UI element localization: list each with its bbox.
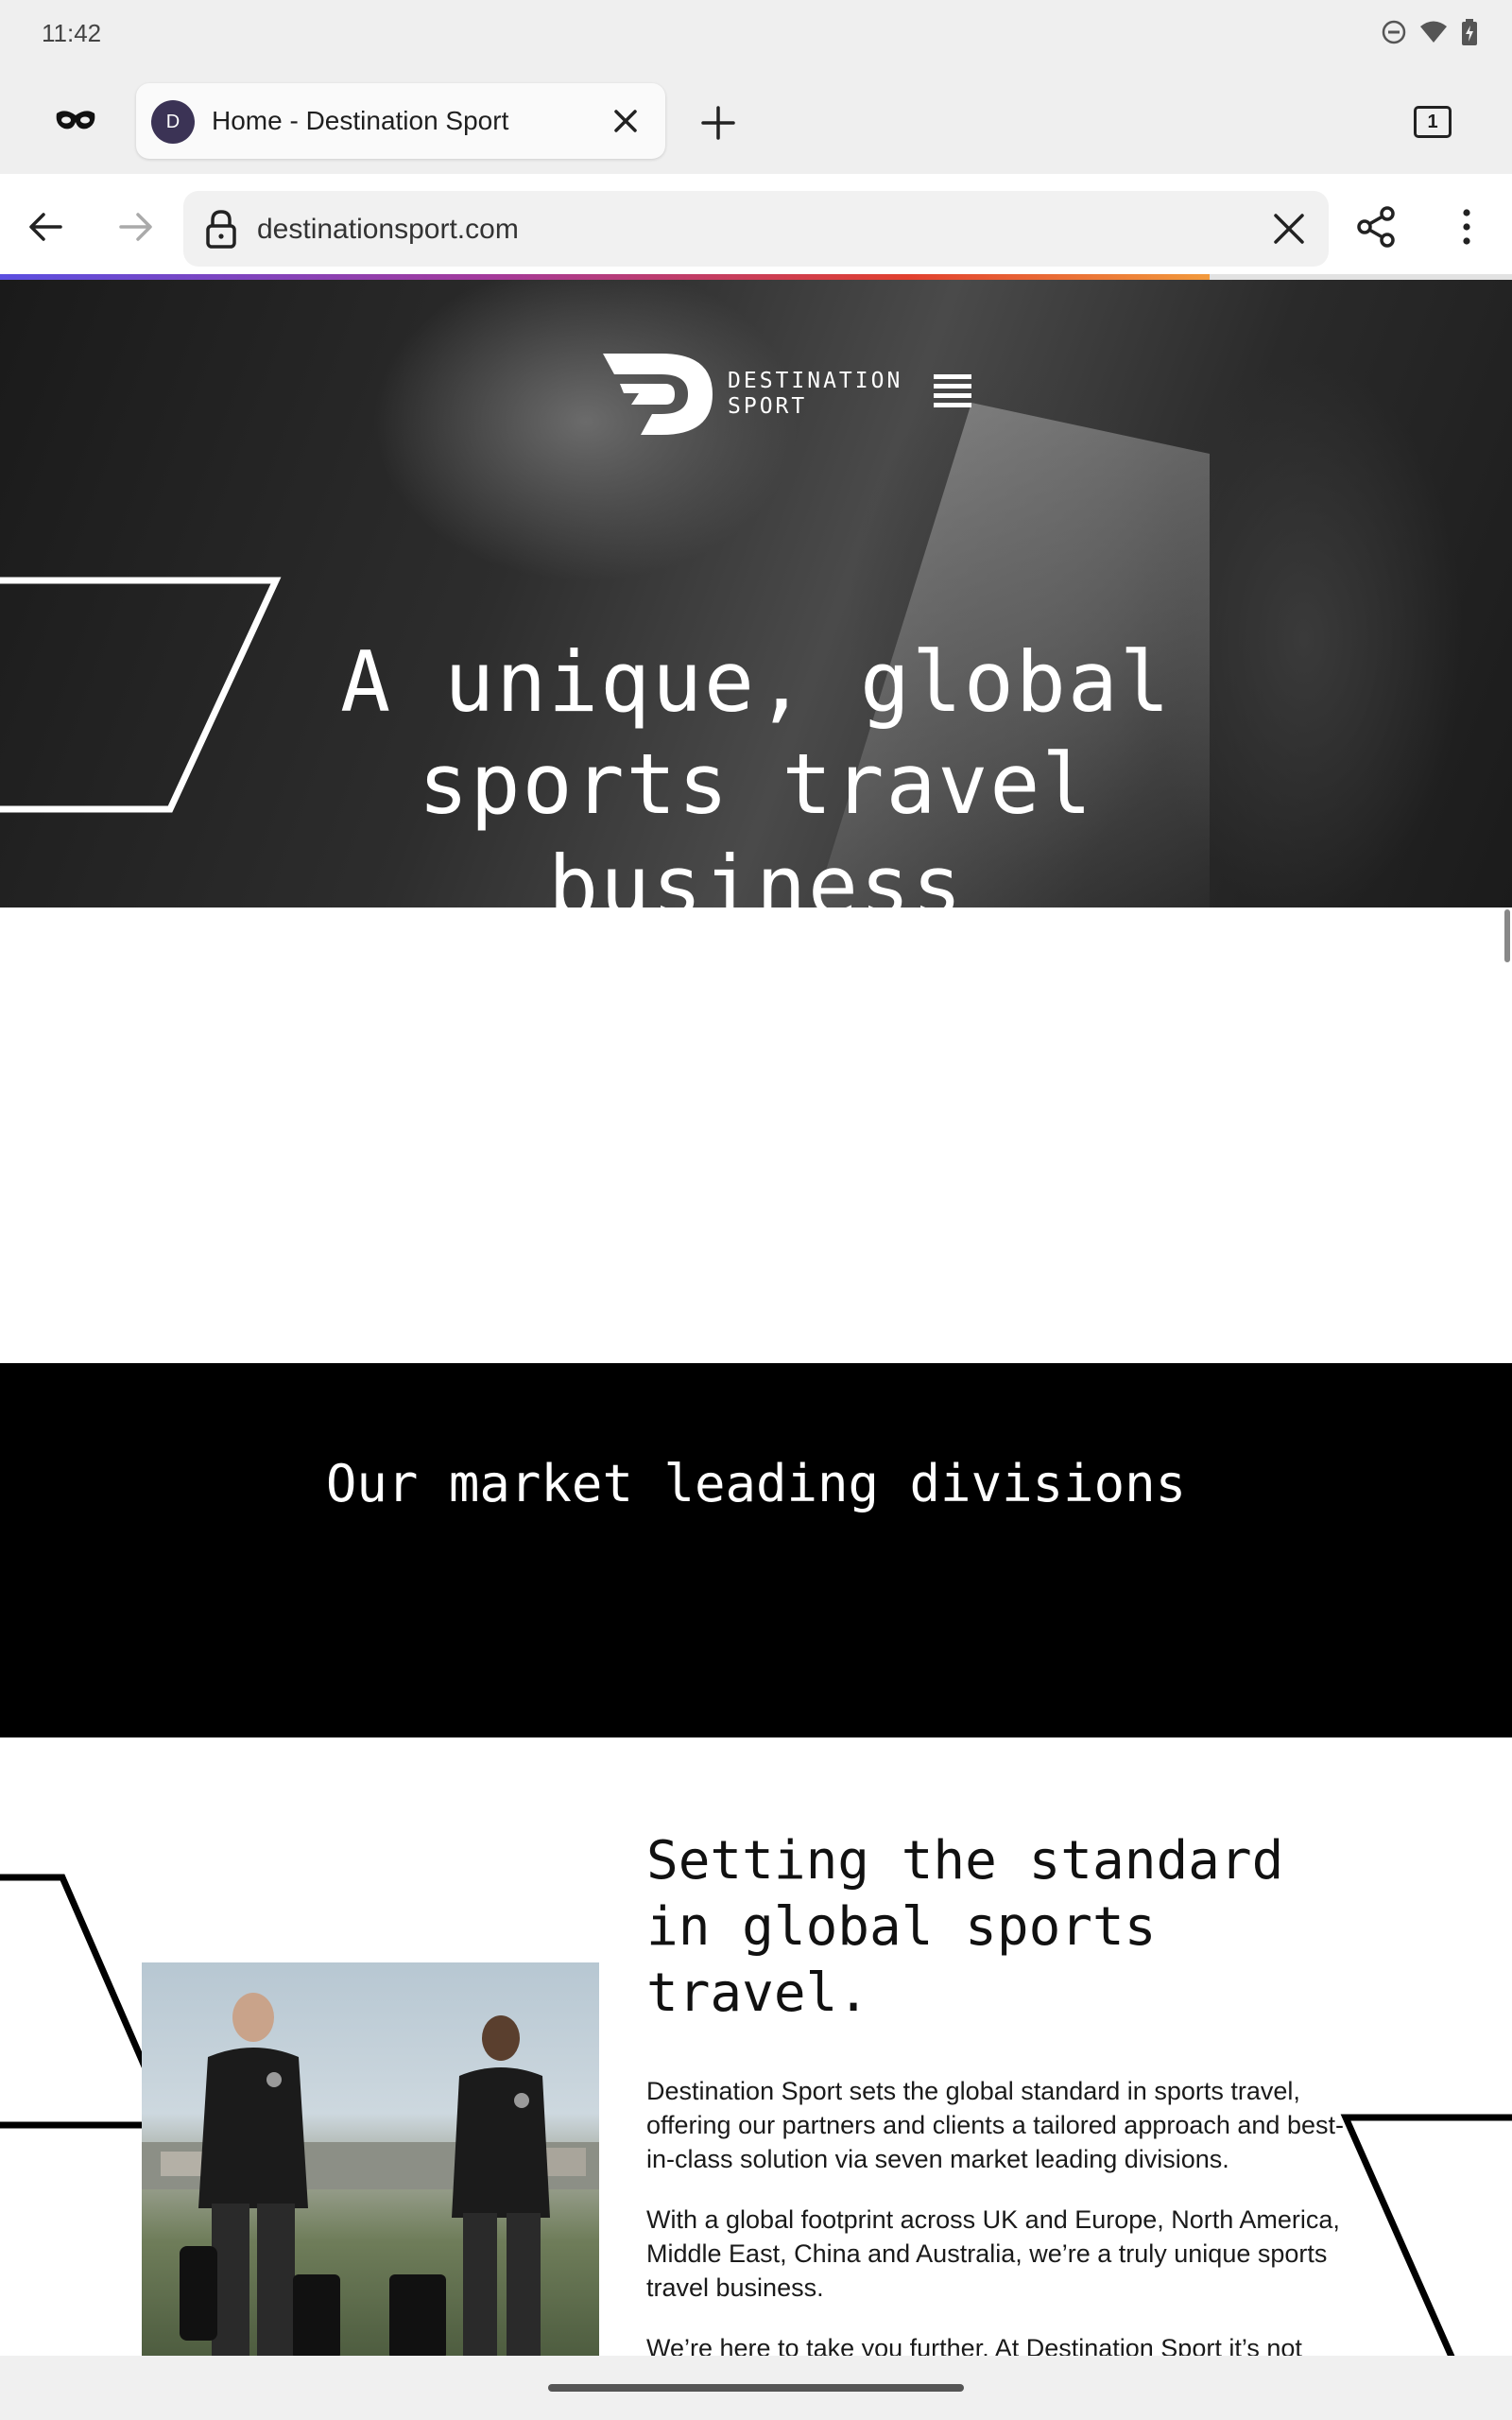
divisions-title: Our market leading divisions — [325, 1454, 1187, 1513]
clear-url-icon[interactable] — [1268, 208, 1310, 250]
back-arrow-icon[interactable] — [23, 204, 68, 250]
hamburger-menu-icon[interactable] — [934, 374, 971, 412]
tab-switcher-button[interactable]: 1 — [1414, 106, 1452, 138]
more-options-icon[interactable] — [1446, 204, 1487, 250]
browser-tab[interactable]: D Home - Destination Sport — [136, 83, 665, 159]
browser-toolbar: destinationsport.com — [0, 174, 1512, 278]
players-illustration — [142, 1993, 599, 2356]
about-paragraph-1: Destination Sport sets the global standa… — [646, 2077, 1344, 2173]
hero-section: DESTINATION SPORT A unique, global sport… — [0, 280, 1512, 908]
do-not-disturb-icon — [1382, 20, 1406, 44]
home-gesture-handle[interactable] — [548, 2384, 964, 2392]
hero-headline-line2: sports travel — [418, 735, 1094, 833]
status-time: 11:42 — [42, 19, 102, 47]
tab-close-icon[interactable] — [609, 104, 643, 138]
brand-name-line2: SPORT — [728, 394, 808, 419]
page-scrollbar[interactable] — [1504, 909, 1510, 962]
url-text[interactable]: destinationsport.com — [257, 214, 519, 246]
share-icon[interactable] — [1353, 204, 1399, 250]
hero-headline-line3: business — [548, 838, 964, 908]
hero-headline: A unique, global sports travel business — [284, 631, 1228, 908]
address-bar[interactable]: destinationsport.com — [183, 191, 1329, 267]
status-icons — [1382, 19, 1478, 45]
about-paragraph-3: We’re here to take you further. At Desti… — [646, 2334, 1302, 2356]
tab-strip: D Home - Destination Sport 1 — [0, 68, 1512, 174]
brand-name[interactable]: DESTINATION SPORT — [728, 369, 902, 420]
players-travel-photo — [142, 1962, 599, 2356]
tab-title: Home - Destination Sport — [212, 106, 509, 135]
web-page: DESTINATION SPORT A unique, global sport… — [0, 280, 1512, 2356]
hero-headline-line1: A unique, global — [340, 633, 1172, 731]
about-heading: Setting the standard in global sports tr… — [646, 1828, 1308, 2027]
divisions-section: Our market leading divisions — [0, 1363, 1512, 1737]
tab-favicon: D — [151, 100, 195, 144]
status-bar: 11:42 — [0, 0, 1512, 68]
lock-icon[interactable] — [202, 208, 240, 250]
hero-parallelogram-frame — [0, 577, 282, 813]
about-heading-line3: travel. — [646, 1962, 870, 2024]
destination-sport-logo[interactable] — [603, 354, 716, 435]
about-heading-line1: Setting the standard — [646, 1830, 1284, 1892]
wifi-icon — [1420, 21, 1447, 43]
incognito-button[interactable] — [47, 96, 104, 144]
brand-name-line1: DESTINATION — [728, 369, 903, 393]
gesture-nav-bar — [0, 2356, 1512, 2420]
new-tab-icon[interactable] — [696, 100, 741, 146]
forward-arrow-icon[interactable] — [113, 204, 159, 250]
incognito-icon — [56, 111, 95, 130]
about-paragraph-2: With a global footprint across UK and Eu… — [646, 2205, 1340, 2302]
about-right-frame — [1340, 2114, 1512, 2356]
about-heading-line2: in global sports — [646, 1896, 1157, 1958]
battery-charging-icon — [1462, 19, 1477, 45]
